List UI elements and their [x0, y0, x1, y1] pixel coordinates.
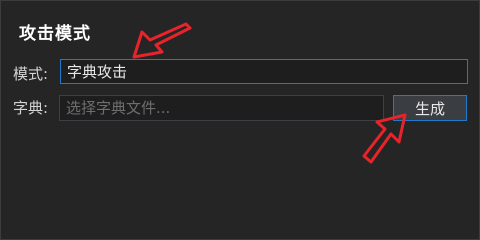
attack-mode-panel: 攻击模式 模式: 字典攻击 字典: 生成 — [0, 0, 480, 240]
panel-title: 攻击模式 — [19, 24, 91, 44]
mode-label: 模式: — [13, 65, 49, 83]
dictionary-file-input[interactable] — [59, 95, 384, 121]
generate-button[interactable]: 生成 — [393, 95, 467, 121]
mode-field[interactable]: 字典攻击 — [60, 59, 468, 84]
dictionary-label: 字典: — [13, 99, 49, 117]
